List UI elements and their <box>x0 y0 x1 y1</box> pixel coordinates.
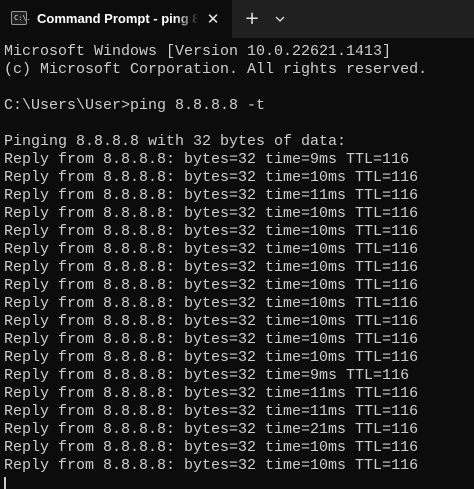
terminal-line: Reply from 8.8.8.8: bytes=32 time=10ms T… <box>4 331 419 348</box>
terminal-line: Microsoft Windows [Version 10.0.22621.14… <box>4 43 392 60</box>
terminal-line: C:\Users\User>ping 8.8.8.8 -t <box>4 97 266 114</box>
terminal-line: (c) Microsoft Corporation. All rights re… <box>4 61 428 78</box>
terminal-line: Reply from 8.8.8.8: bytes=32 time=10ms T… <box>4 205 419 222</box>
terminal-line: Reply from 8.8.8.8: bytes=32 time=10ms T… <box>4 223 419 240</box>
terminal-line: Reply from 8.8.8.8: bytes=32 time=9ms TT… <box>4 151 410 168</box>
terminal-line: Reply from 8.8.8.8: bytes=32 time=21ms T… <box>4 421 419 438</box>
terminal-line: Reply from 8.8.8.8: bytes=32 time=10ms T… <box>4 241 419 258</box>
terminal-line: Reply from 8.8.8.8: bytes=32 time=9ms TT… <box>4 367 410 384</box>
terminal-line: Reply from 8.8.8.8: bytes=32 time=10ms T… <box>4 169 419 186</box>
terminal-line: Reply from 8.8.8.8: bytes=32 time=11ms T… <box>4 187 419 204</box>
tab-bar: C:\. Command Prompt - ping 8.8. ✕ + <box>0 0 474 38</box>
terminal-line: Reply from 8.8.8.8: bytes=32 time=10ms T… <box>4 439 419 456</box>
terminal-line: Reply from 8.8.8.8: bytes=32 time=11ms T… <box>4 385 419 402</box>
terminal-line: Reply from 8.8.8.8: bytes=32 time=10ms T… <box>4 259 419 276</box>
terminal-line: Reply from 8.8.8.8: bytes=32 time=10ms T… <box>4 313 419 330</box>
tab-command-prompt[interactable]: C:\. Command Prompt - ping 8.8. ✕ <box>0 0 232 38</box>
terminal-line: Reply from 8.8.8.8: bytes=32 time=10ms T… <box>4 349 419 366</box>
close-icon[interactable]: ✕ <box>203 9 223 29</box>
tab-title: Command Prompt - ping 8.8. <box>37 11 197 26</box>
plus-icon[interactable]: + <box>241 8 263 30</box>
chevron-down-icon[interactable] <box>271 8 289 30</box>
text-cursor <box>4 477 6 489</box>
terminal-line: Reply from 8.8.8.8: bytes=32 time=10ms T… <box>4 295 419 312</box>
terminal-line: Reply from 8.8.8.8: bytes=32 time=10ms T… <box>4 277 419 294</box>
command-prompt-icon-text: C:\. <box>14 14 31 22</box>
terminal-output[interactable]: Microsoft Windows [Version 10.0.22621.14… <box>4 43 472 489</box>
tab-title-fade <box>175 8 199 30</box>
command-prompt-icon: C:\. <box>11 11 31 25</box>
terminal-line: Reply from 8.8.8.8: bytes=32 time=10ms T… <box>4 457 419 474</box>
terminal-line: Reply from 8.8.8.8: bytes=32 time=11ms T… <box>4 403 419 420</box>
terminal-line: Pinging 8.8.8.8 with 32 bytes of data: <box>4 133 347 150</box>
